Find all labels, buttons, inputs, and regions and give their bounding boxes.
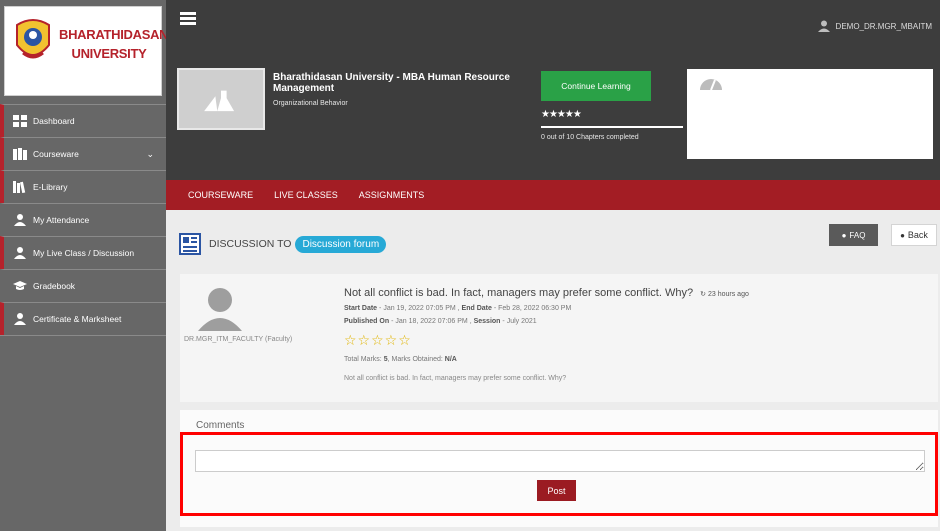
faq-label: FAQ bbox=[849, 230, 866, 240]
course-tabs: COURSEWARE LIVE CLASSES ASSIGNMENTS bbox=[166, 180, 940, 210]
discussion-forum-badge[interactable]: Discussion forum bbox=[295, 235, 387, 253]
discussion-header: DISCUSSION TO Discussion forum bbox=[179, 233, 387, 255]
post-time: ↻ 23 hours ago bbox=[700, 291, 749, 298]
grid-icon bbox=[13, 115, 27, 127]
username: DEMO_DR.MGR_MBAITM bbox=[835, 21, 932, 31]
discussion-post: DR.MGR_ITM_FACULTY (Faculty) Not all con… bbox=[180, 274, 938, 402]
marks-obtained-label: Marks Obtained bbox=[391, 356, 441, 363]
question-circle-icon: ● bbox=[841, 230, 847, 240]
university-logo[interactable]: BHARATHIDASAN UNIVERSITY bbox=[4, 6, 169, 96]
start-date-label: Start Date bbox=[344, 305, 378, 312]
library-icon bbox=[13, 181, 26, 193]
post-title-text: Not all conflict is bad. In fact, manage… bbox=[344, 287, 694, 299]
sidebar-item-label: E-Library bbox=[33, 182, 68, 192]
post-published: Published On - Jan 18, 2022 07:06 PM , S… bbox=[344, 318, 537, 325]
sidebar-item-my-attendance[interactable]: My Attendance bbox=[0, 203, 166, 236]
post-author[interactable]: DR.MGR_ITM_FACULTY (Faculty) bbox=[184, 336, 354, 343]
comments-label: Comments bbox=[196, 420, 245, 431]
logo-line-1: BHARATHIDASAN bbox=[59, 27, 169, 42]
user-avatar-icon bbox=[817, 20, 830, 32]
continue-learning-button[interactable]: Continue Learning bbox=[541, 71, 651, 101]
sidebar-item-certificate-marksheet[interactable]: Certificate & Marksheet bbox=[0, 302, 166, 335]
sidebar-item-label: My Attendance bbox=[33, 215, 90, 225]
post-marks: Total Marks: 5, Marks Obtained: N/A bbox=[344, 356, 457, 363]
course-title: Bharathidasan University - MBA Human Res… bbox=[273, 72, 510, 94]
back-label: Back bbox=[907, 230, 928, 240]
post-dates: Start Date - Jan 19, 2022 07:05 PM , End… bbox=[344, 305, 572, 312]
published-date: Jan 18, 2022 07:06 PM bbox=[395, 318, 468, 325]
user-icon bbox=[14, 313, 26, 325]
post-button[interactable]: Post bbox=[537, 480, 576, 501]
tab-live-classes[interactable]: LIVE CLASSES bbox=[274, 190, 338, 200]
sidebar-item-dashboard[interactable]: Dashboard bbox=[0, 104, 166, 137]
total-marks-label: Total Marks bbox=[344, 356, 380, 363]
course-thumbnail bbox=[177, 68, 265, 130]
back-circle-icon: ● bbox=[900, 230, 905, 240]
published-label: Published On bbox=[344, 318, 390, 325]
course-progress-text: 0 out of 10 Chapters completed bbox=[541, 134, 639, 141]
university-emblem-icon bbox=[16, 19, 50, 59]
sidebar: BHARATHIDASAN UNIVERSITY Dashboard Cours… bbox=[0, 0, 169, 531]
user-icon bbox=[14, 214, 26, 226]
faq-button[interactable]: ● FAQ bbox=[829, 224, 878, 246]
rating-stars[interactable]: ☆☆☆☆☆ bbox=[344, 332, 412, 349]
post-time-text: 23 hours ago bbox=[707, 291, 749, 298]
clock-icon: ↻ bbox=[700, 291, 707, 298]
sidebar-item-label: Courseware bbox=[33, 149, 79, 159]
marks-obtained: N/A bbox=[444, 356, 457, 363]
main-content: DISCUSSION TO Discussion forum ● FAQ ● B… bbox=[166, 210, 940, 531]
flask-icon bbox=[204, 90, 235, 112]
course-subtitle: Organizational Behavior bbox=[273, 100, 348, 107]
start-date: Jan 19, 2022 07:05 PM bbox=[383, 305, 456, 312]
end-date-label: End Date bbox=[461, 305, 492, 312]
sidebar-item-gradebook[interactable]: Gradebook bbox=[0, 269, 166, 302]
total-marks: 5 bbox=[383, 356, 388, 363]
sidebar-item-my-live-class[interactable]: My Live Class / Discussion bbox=[0, 236, 166, 269]
sidebar-item-label: Dashboard bbox=[33, 116, 75, 126]
user-icon bbox=[14, 247, 26, 259]
course-progress-bar bbox=[541, 126, 683, 128]
sidebar-item-label: My Live Class / Discussion bbox=[33, 248, 135, 258]
user-menu[interactable]: DEMO_DR.MGR_MBAITM bbox=[817, 20, 932, 32]
post-body: Not all conflict is bad. In fact, manage… bbox=[344, 375, 567, 382]
session-label: Session bbox=[473, 318, 501, 325]
comment-textarea[interactable] bbox=[195, 450, 925, 472]
sidebar-nav: Dashboard Courseware ⌄ E-Library My Atte… bbox=[0, 104, 166, 336]
app-page: BHARATHIDASAN UNIVERSITY Dashboard Cours… bbox=[0, 0, 940, 531]
post-title: Not all conflict is bad. In fact, manage… bbox=[344, 287, 749, 299]
logo-text: BHARATHIDASAN UNIVERSITY bbox=[59, 25, 169, 63]
session-value: July 2021 bbox=[506, 318, 537, 325]
top-bar: DEMO_DR.MGR_MBAITM bbox=[166, 0, 940, 62]
course-rating-stars: ★★★★★ bbox=[541, 109, 582, 120]
graduation-cap-icon bbox=[13, 281, 27, 290]
hamburger-menu-icon[interactable] bbox=[180, 12, 196, 25]
end-date: Feb 28, 2022 06:30 PM bbox=[498, 305, 572, 312]
avatar bbox=[198, 288, 242, 331]
tab-assignments[interactable]: ASSIGNMENTS bbox=[359, 190, 425, 200]
discussion-icon bbox=[179, 233, 201, 255]
sidebar-item-label: Gradebook bbox=[33, 281, 76, 291]
discussion-heading: DISCUSSION TO bbox=[209, 238, 292, 250]
books-icon bbox=[13, 148, 27, 160]
sidebar-item-e-library[interactable]: E-Library bbox=[0, 170, 166, 203]
back-button[interactable]: ● Back bbox=[891, 224, 937, 246]
gauge-icon bbox=[700, 79, 722, 91]
highlight-box bbox=[180, 432, 938, 516]
chevron-down-icon[interactable]: ⌄ bbox=[146, 149, 154, 160]
sidebar-item-label: Certificate & Marksheet bbox=[33, 314, 122, 324]
sidebar-divider bbox=[0, 335, 166, 336]
course-header: Bharathidasan University - MBA Human Res… bbox=[166, 62, 940, 180]
tab-courseware[interactable]: COURSEWARE bbox=[188, 190, 253, 200]
course-info-card bbox=[687, 69, 933, 159]
sidebar-item-courseware[interactable]: Courseware ⌄ bbox=[0, 137, 166, 170]
logo-line-2: UNIVERSITY bbox=[71, 46, 147, 61]
